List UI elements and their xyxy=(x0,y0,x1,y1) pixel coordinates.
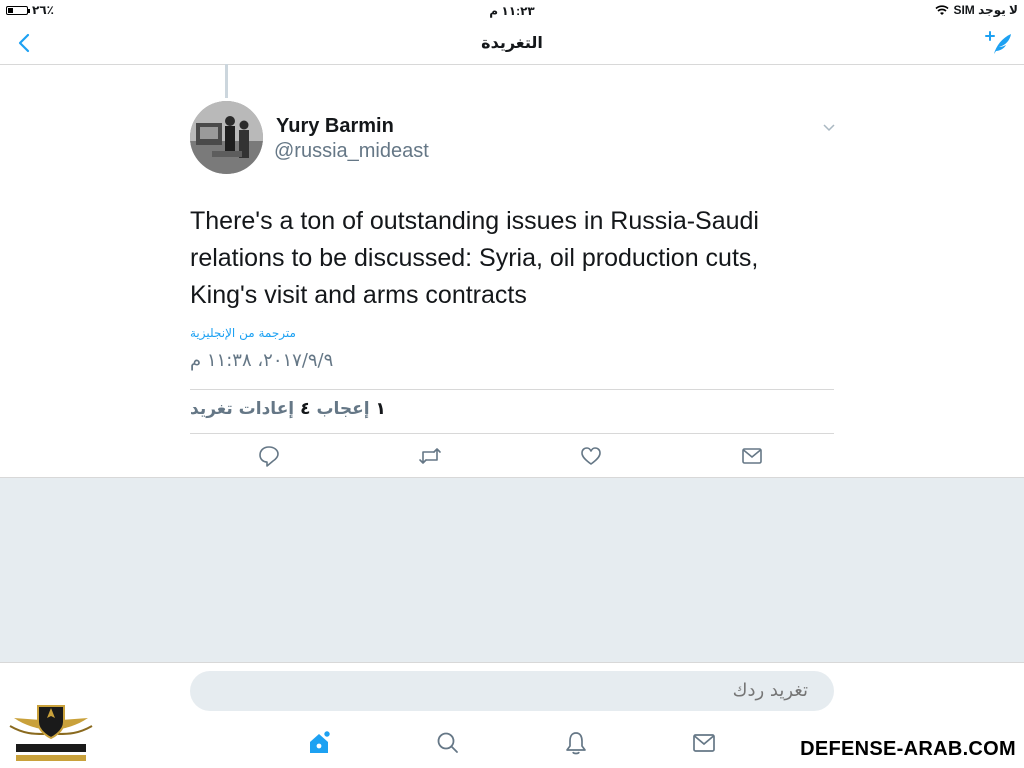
search-icon xyxy=(437,732,458,753)
retweets-stat[interactable]: ٤ إعادات تغريد xyxy=(190,399,310,419)
likes-label: إعجاب xyxy=(316,399,370,419)
avatar[interactable] xyxy=(190,101,263,174)
divider xyxy=(190,389,834,390)
message-button[interactable] xyxy=(739,443,765,469)
compose-button[interactable] xyxy=(984,28,1014,58)
nav-bar: التغريدة xyxy=(0,22,1024,65)
tweet-timestamp: ٢٠١٧/٩/٩، ١١:٣٨ م xyxy=(190,350,334,371)
retweets-count: ٤ xyxy=(300,399,311,419)
forum-logo-emblem xyxy=(9,705,93,761)
carrier-status: لا يوجد SIM xyxy=(935,3,1018,17)
page-title: التغريدة xyxy=(481,33,543,52)
watermark-text: DEFENSE-ARAB.COM xyxy=(800,738,1016,760)
wifi-icon xyxy=(935,4,949,15)
like-button[interactable] xyxy=(578,443,604,469)
likes-count: ١ xyxy=(375,399,386,419)
chevron-down-icon xyxy=(823,124,835,132)
status-bar: ٢٦٪ ١١:٢٣ م لا يوجد SIM xyxy=(0,0,1024,22)
message-icon xyxy=(742,448,762,464)
tweet-stats: ١ إعجاب ٤ إعادات تغريد xyxy=(190,399,390,419)
notifications-icon xyxy=(566,732,586,755)
forum-logo xyxy=(6,700,96,768)
thread-line xyxy=(225,64,228,98)
tab-notifications[interactable] xyxy=(562,729,590,757)
compose-tweet-icon xyxy=(985,31,1011,54)
tab-search[interactable] xyxy=(434,729,462,757)
carrier-label: لا يوجد SIM xyxy=(953,3,1018,17)
reply-input[interactable] xyxy=(190,671,834,711)
author-name[interactable]: Yury Barmin xyxy=(276,115,394,138)
likes-stat[interactable]: ١ إعجاب xyxy=(316,399,385,419)
tab-home[interactable] xyxy=(306,729,334,757)
divider xyxy=(190,433,834,434)
tab-messages[interactable] xyxy=(690,729,718,757)
status-time: ١١:٢٣ م xyxy=(489,4,535,18)
home-icon xyxy=(310,730,331,753)
reply-button[interactable] xyxy=(256,443,282,469)
retweet-button[interactable] xyxy=(417,443,443,469)
translated-label[interactable]: مترجمة من الإنجليزية xyxy=(190,326,296,340)
author-handle[interactable]: @russia_mideast xyxy=(274,140,429,163)
reply-icon xyxy=(259,446,279,467)
tweet-text: There's a ton of outstanding issues in R… xyxy=(190,207,759,309)
tweet-options-button[interactable] xyxy=(822,120,836,134)
replies-area xyxy=(0,477,1024,663)
retweet-icon xyxy=(419,448,441,464)
retweets-label: إعادات تغريد xyxy=(190,399,295,419)
avatar-photo xyxy=(190,101,263,174)
messages-icon xyxy=(693,734,715,752)
like-icon xyxy=(581,447,601,465)
